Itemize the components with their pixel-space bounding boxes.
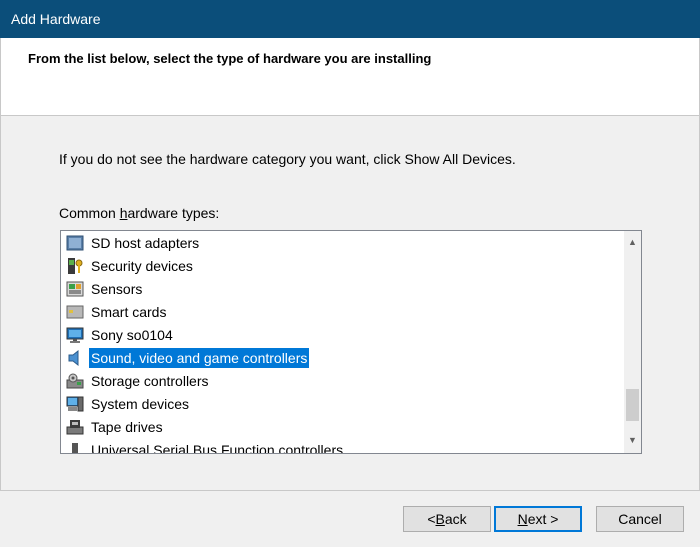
list-item-label: Tape drives xyxy=(91,419,163,435)
sensor-icon xyxy=(66,280,84,298)
wizard-heading: From the list below, select the type of … xyxy=(28,51,432,66)
list-item-label: Security devices xyxy=(91,258,193,274)
list-item-system-devices[interactable]: System devices xyxy=(66,393,191,415)
system-device-icon xyxy=(66,395,84,413)
hardware-types-list[interactable]: SD host adapters Security devices Sensor… xyxy=(60,230,642,454)
sd-host-adapter-icon xyxy=(66,234,84,252)
back-suffix: ack xyxy=(444,511,467,527)
usb-icon xyxy=(66,441,84,453)
list-item-label: Universal Serial Bus Function controller… xyxy=(91,442,344,454)
list-vertical-scrollbar[interactable]: ▲ ▼ xyxy=(624,231,641,453)
cancel-button[interactable]: Cancel xyxy=(596,506,684,532)
list-item-smart-cards[interactable]: Smart cards xyxy=(66,301,168,323)
list-item-sensors[interactable]: Sensors xyxy=(66,278,144,300)
list-item-sony-so0104[interactable]: Sony so0104 xyxy=(66,324,175,346)
list-item-label: SD host adapters xyxy=(91,235,200,251)
list-item-label: Storage controllers xyxy=(91,373,209,389)
tape-drive-icon xyxy=(66,418,84,436)
instruction-text: If you do not see the hardware category … xyxy=(59,151,516,167)
list-item-storage-controllers[interactable]: Storage controllers xyxy=(66,370,211,392)
list-item-label: Sensors xyxy=(91,281,143,297)
list-item-usb-function-controllers[interactable]: Universal Serial Bus Function controller… xyxy=(66,439,345,454)
list-item-label: Smart cards xyxy=(91,304,167,320)
list-item-sd-host-adapters[interactable]: SD host adapters xyxy=(66,232,201,254)
scroll-up-button[interactable]: ▲ xyxy=(624,233,641,250)
list-item-security-devices[interactable]: Security devices xyxy=(66,255,195,277)
back-prefix: < xyxy=(427,511,436,527)
monitor-icon xyxy=(66,326,84,344)
list-item-tape-drives[interactable]: Tape drives xyxy=(66,416,165,438)
speaker-icon xyxy=(66,349,84,367)
list-item-label: Sony so0104 xyxy=(91,327,173,343)
list-item-sound-video-game-controllers[interactable]: Sound, video and game controllers xyxy=(66,347,311,369)
label-suffix: ardware types: xyxy=(127,205,220,221)
hardware-types-label: Common hardware types: xyxy=(59,205,219,221)
title-bar[interactable]: Add Hardware xyxy=(0,0,700,38)
label-prefix: Common xyxy=(59,205,120,221)
next-suffix: ext > xyxy=(527,511,559,527)
scroll-thumb[interactable] xyxy=(626,389,639,421)
next-button[interactable]: Next > xyxy=(494,506,582,532)
next-accelerator: N xyxy=(517,511,528,527)
window-title: Add Hardware xyxy=(11,11,101,27)
back-accelerator: B xyxy=(435,511,445,527)
list-item-label: System devices xyxy=(91,396,190,412)
list-item-label: Sound, video and game controllers xyxy=(87,347,311,369)
wizard-header: From the list below, select the type of … xyxy=(0,38,700,116)
wizard-footer xyxy=(0,490,700,547)
back-button[interactable]: < Back xyxy=(403,506,491,532)
storage-controller-icon xyxy=(66,372,84,390)
scroll-down-button[interactable]: ▼ xyxy=(624,431,641,448)
smart-card-icon xyxy=(66,303,84,321)
security-device-icon xyxy=(66,257,84,275)
